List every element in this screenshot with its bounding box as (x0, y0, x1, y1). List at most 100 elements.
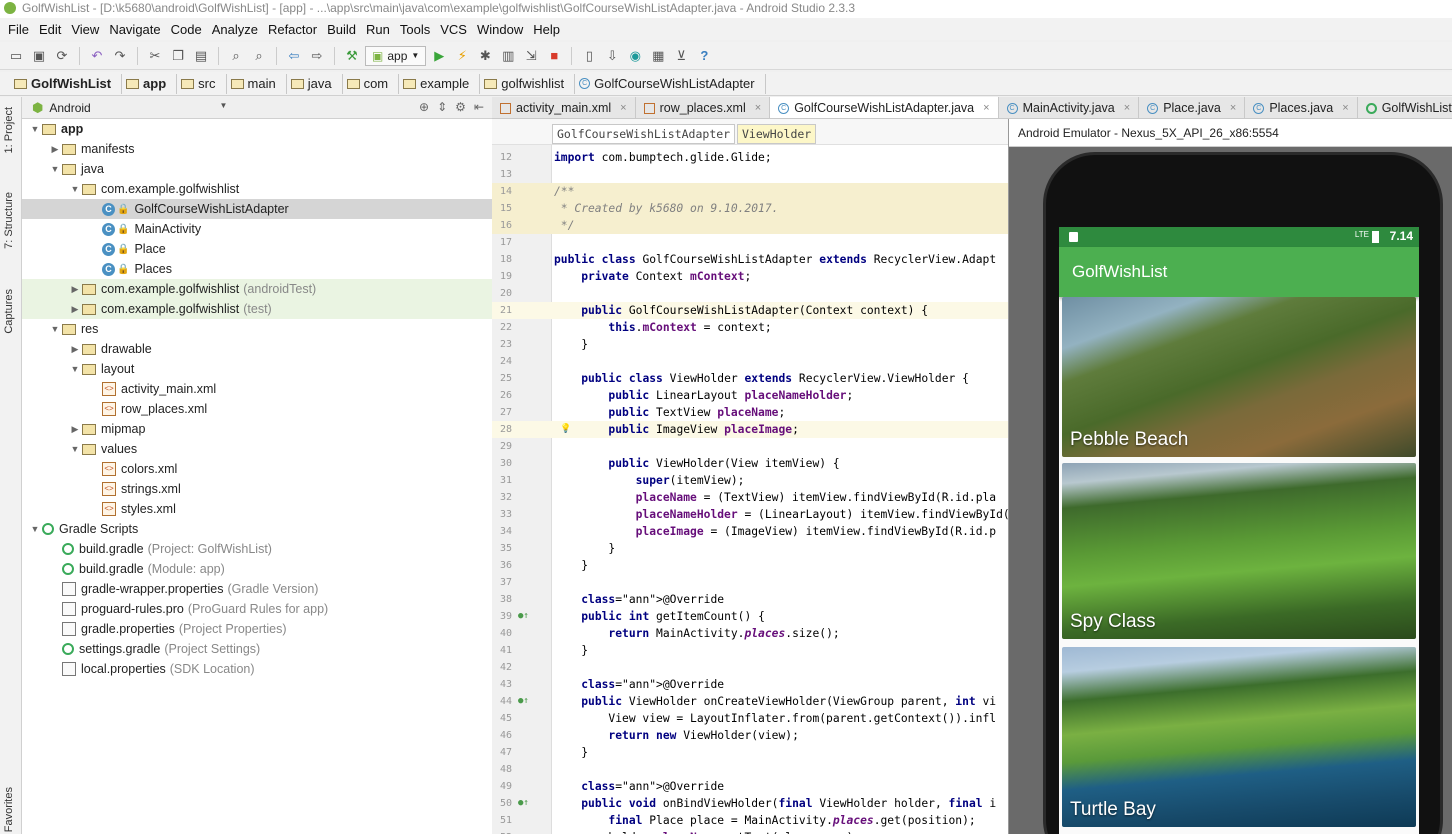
menu-view[interactable]: View (67, 22, 105, 37)
code-line[interactable]: 46 return new ViewHolder(view); (492, 727, 1008, 744)
tab-favorites[interactable]: Favorites (3, 787, 15, 832)
expand-right-icon[interactable]: ▶ (48, 144, 62, 155)
code-line[interactable]: 24 (492, 353, 1008, 370)
hide-panel-icon[interactable]: ⇤ (474, 100, 484, 114)
code-line[interactable]: 45 View view = LayoutInflater.from(paren… (492, 710, 1008, 727)
tree-item[interactable]: ▶ drawable (22, 339, 492, 359)
undo-icon[interactable]: ↶ (87, 46, 107, 66)
tree-item[interactable]: ▼ res (22, 319, 492, 339)
breadcrumb-item[interactable]: app (122, 73, 178, 94)
menu-tools[interactable]: Tools (396, 22, 436, 37)
code-line[interactable]: 34 placeImage = (ImageView) itemView.fin… (492, 523, 1008, 540)
code-line[interactable]: 19 private Context mContext; (492, 268, 1008, 285)
menu-run[interactable]: Run (362, 22, 396, 37)
breadcrumb-item[interactable]: C GolfCourseWishListAdapter (575, 73, 766, 94)
code-line[interactable]: 36 } (492, 557, 1008, 574)
code-line[interactable]: 17 (492, 234, 1008, 251)
tree-item[interactable]: C 🔒 Places (22, 259, 492, 279)
close-icon[interactable]: × (620, 102, 626, 114)
scroll-from-source-icon[interactable]: ⊕ (419, 100, 429, 114)
menu-refactor[interactable]: Refactor (264, 22, 323, 37)
debug-icon[interactable]: ✱ (475, 46, 495, 66)
tree-item[interactable]: settings.gradle (Project Settings) (22, 639, 492, 659)
code-line[interactable]: 42 (492, 659, 1008, 676)
code-line[interactable]: 49 class="ann">@Override (492, 778, 1008, 795)
code-line[interactable]: 12 import com.bumptech.glide.Glide; (492, 149, 1008, 166)
tree-item[interactable]: C 🔒 MainActivity (22, 219, 492, 239)
sync-icon[interactable]: ⟳ (52, 46, 72, 66)
tree-item[interactable]: ▼ java (22, 159, 492, 179)
copy-icon[interactable]: ❐ (168, 46, 188, 66)
breadcrumb-item[interactable]: java (287, 73, 343, 94)
replace-icon[interactable]: ⌕ (249, 46, 269, 66)
run-configuration-dropdown[interactable]: ▣ app ▼ (365, 45, 427, 66)
code-line[interactable]: 20 (492, 285, 1008, 302)
editor-tab[interactable]: C MainActivity.java × (999, 97, 1140, 118)
save-all-icon[interactable]: ▣ (29, 46, 49, 66)
tree-item[interactable]: ▼ values (22, 439, 492, 459)
menu-build[interactable]: Build (323, 22, 362, 37)
tree-item[interactable]: <> strings.xml (22, 479, 492, 499)
code-line[interactable]: 48 (492, 761, 1008, 778)
android-monitor-icon[interactable]: ◉ (625, 46, 645, 66)
code-line[interactable]: 15 * Created by k5680 on 9.10.2017. (492, 200, 1008, 217)
close-icon[interactable]: × (1342, 102, 1348, 114)
place-card[interactable]: Turtle Bay (1062, 647, 1416, 827)
code-line[interactable]: 35 } (492, 540, 1008, 557)
expand-down-icon[interactable]: ▼ (28, 524, 42, 534)
code-line[interactable]: 37 (492, 574, 1008, 591)
stop-icon[interactable]: ■ (544, 46, 564, 66)
code-line[interactable]: 50 ●↑ public void onBindViewHolder(final … (492, 795, 1008, 812)
expand-down-icon[interactable]: ▼ (28, 124, 42, 134)
tree-item[interactable]: ▼ com.example.golfwishlist (22, 179, 492, 199)
tab-captures[interactable]: Captures (3, 289, 15, 334)
override-marker-icon[interactable]: ●↑ (518, 693, 529, 710)
code-line[interactable]: 21 public GolfCourseWishListAdapter(Cont… (492, 302, 1008, 319)
code-line[interactable]: 14 /** (492, 183, 1008, 200)
tree-item[interactable]: proguard-rules.pro (ProGuard Rules for ap… (22, 599, 492, 619)
forward-icon[interactable]: ⇨ (307, 46, 327, 66)
code-line[interactable]: 18 public class GolfCourseWishListAdapter… (492, 251, 1008, 268)
tree-item[interactable]: C 🔒 Place (22, 239, 492, 259)
tree-item[interactable]: <> row_places.xml (22, 399, 492, 419)
avd-manager-icon[interactable]: ▯ (579, 46, 599, 66)
tree-item[interactable]: ▼ app (22, 119, 492, 139)
expand-right-icon[interactable]: ▶ (68, 284, 82, 295)
menu-window[interactable]: Window (473, 22, 529, 37)
override-marker-icon[interactable]: ●↑ (518, 608, 529, 625)
tree-item[interactable]: gradle.properties (Project Properties) (22, 619, 492, 639)
code-line[interactable]: 32 placeName = (TextView) itemView.findV… (492, 489, 1008, 506)
expand-right-icon[interactable]: ▶ (68, 304, 82, 315)
nav-class[interactable]: GolfCourseWishListAdapter (552, 124, 736, 144)
menu-edit[interactable]: Edit (35, 22, 67, 37)
profile-icon[interactable]: ▥ (498, 46, 518, 66)
menu-help[interactable]: Help (529, 22, 566, 37)
menu-analyze[interactable]: Analyze (208, 22, 264, 37)
open-folder-icon[interactable]: ▭ (6, 46, 26, 66)
override-marker-icon[interactable]: ●↑ (518, 795, 529, 812)
gear-icon[interactable]: ⚙ (455, 100, 466, 114)
menu-navigate[interactable]: Navigate (105, 22, 166, 37)
tree-item[interactable]: ▼ Gradle Scripts (22, 519, 492, 539)
code-line[interactable]: 26 public LinearLayout placeNameHolder; (492, 387, 1008, 404)
code-line[interactable]: 25 public class ViewHolder extends Recyc… (492, 370, 1008, 387)
tree-item[interactable]: ▶ com.example.golfwishlist (test) (22, 299, 492, 319)
close-icon[interactable]: × (755, 102, 761, 114)
tree-item[interactable]: ▶ manifests (22, 139, 492, 159)
tree-item[interactable]: <> activity_main.xml (22, 379, 492, 399)
breadcrumb-item[interactable]: com (343, 73, 400, 94)
tree-item[interactable]: local.properties (SDK Location) (22, 659, 492, 679)
code-line[interactable]: 28 💡 public ImageView placeImage; (492, 421, 1008, 438)
close-icon[interactable]: × (1230, 102, 1236, 114)
layout-inspector-icon[interactable]: ⊻ (671, 46, 691, 66)
project-structure-icon[interactable]: ▦ (648, 46, 668, 66)
breadcrumb-item[interactable]: GolfWishList (10, 73, 123, 94)
tree-item[interactable]: C 🔒 GolfCourseWishListAdapter (22, 199, 492, 219)
code-line[interactable]: 22 this.mContext = context; (492, 319, 1008, 336)
find-icon[interactable]: ⌕ (226, 46, 246, 66)
editor-tab[interactable]: C GolfCourseWishListAdapter.java × (770, 97, 999, 118)
code-line[interactable]: 30 public ViewHolder(View itemView) { (492, 455, 1008, 472)
breadcrumb-item[interactable]: main (227, 73, 287, 94)
code-line[interactable]: 16 */ (492, 217, 1008, 234)
code-line[interactable]: 41 } (492, 642, 1008, 659)
